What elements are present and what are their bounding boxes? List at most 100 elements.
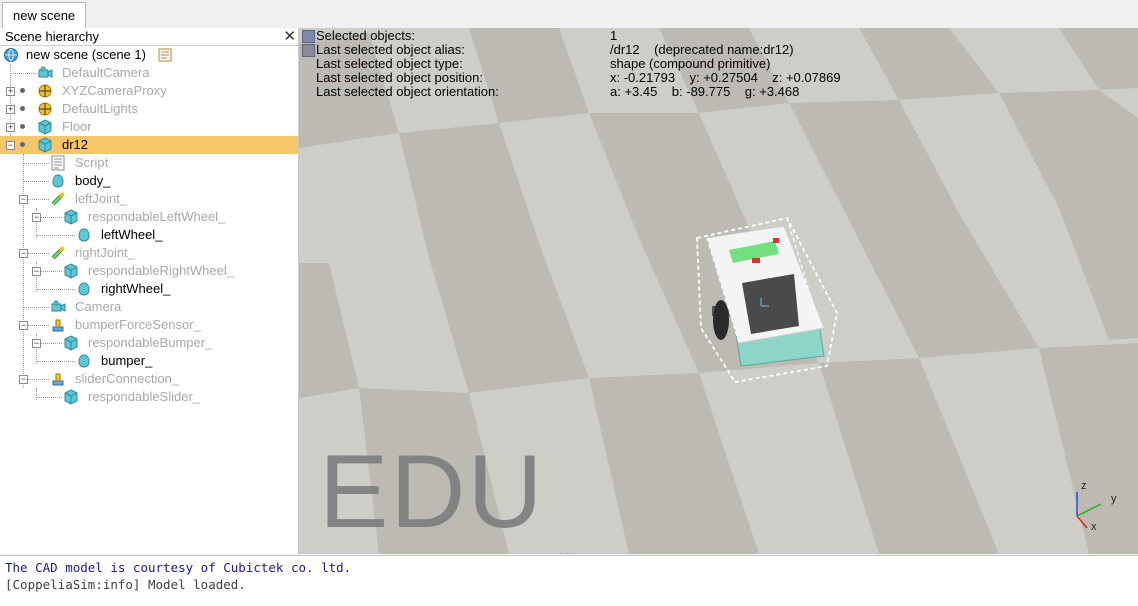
shape-icon [64,389,78,405]
tree-item-defaultcamera[interactable]: DefaultCamera [0,64,298,82]
visibility-dot [20,106,25,111]
scene-hierarchy-title: Scene hierarchy [5,29,99,44]
tree-item-new-scene[interactable]: new scene (scene 1) [0,46,298,64]
script-icon[interactable] [157,47,173,63]
tree-item-xyzcameraproxy[interactable]: + XYZCameraProxy [0,82,298,100]
expand-icon[interactable]: + [6,123,15,132]
expand-icon[interactable]: + [6,87,15,96]
tree-item-label: DefaultLights [62,101,138,116]
tree-item-label: Floor [62,119,92,134]
tree-item-label: sliderConnection_ [75,371,180,386]
tree-item-respondablerightwheel[interactable]: − respondableRightWheel_ [0,262,298,280]
tree-item-label: rightJoint_ [75,245,135,260]
tree-item-label: bumper_ [101,353,153,368]
collapse-icon[interactable]: − [32,213,41,222]
tree-line [41,217,62,218]
camera-icon [51,300,66,312]
tree-item-label: XYZCameraProxy [62,83,167,98]
tree-item-rightwheel[interactable]: rightWheel_ [0,280,298,298]
tree-line [41,343,62,344]
object-info-overlay: Selected objects: 1 Last selected object… [299,28,1138,108]
shape-icon [38,119,52,135]
tree-line [37,289,75,290]
tree-line [24,307,49,308]
tree-item-label: respondableSlider_ [88,389,201,404]
status-console: The CAD model is courtesy of Cubictek co… [0,555,1138,606]
info-value-selected-objects: 1 [610,28,618,43]
scene-viewport[interactable]: Selected objects: 1 Last selected object… [299,28,1138,554]
axes-gizmo-icon: z y x [1076,480,1117,533]
tree-line [11,73,36,74]
tree-item-respondablebumper[interactable]: − respondableBumper_ [0,334,298,352]
force-sensor-icon [52,319,64,332]
dummy-icon [38,84,52,98]
world-icon [4,48,18,62]
visibility-dot [20,124,25,129]
info-label-alias: Last selected object alias: [316,42,465,57]
collapse-icon[interactable]: − [19,195,28,204]
collapse-icon[interactable]: − [19,375,28,384]
info-label-position: Last selected object position: [316,70,483,85]
tree-line [37,235,75,236]
info-value-orientation: a: +3.45 b: -89.775 g: +3.468 [610,84,800,99]
collapse-icon[interactable]: − [32,339,41,348]
tree-item-floor[interactable]: + Floor [0,118,298,136]
tree-line [28,379,49,380]
tree-item-label: Camera [75,299,122,314]
tree-item-label: new scene (scene 1) [26,47,146,62]
tree-item-body[interactable]: body_ [0,172,298,190]
tree-item-leftwheel[interactable]: leftWheel_ [0,226,298,244]
collapse-icon[interactable]: − [32,267,41,276]
visibility-dot [20,88,25,93]
scene-hierarchy-panel[interactable]: Scene hierarchy ✕ new scene (scene 1) De… [0,28,299,554]
tree-item-label: DefaultCamera [62,65,150,80]
tree-item-label: dr12 [62,137,89,152]
shape-icon [38,137,52,153]
tree-line [28,325,49,326]
shape-icon [52,174,64,188]
visibility-dot [20,142,25,147]
tab-new-scene[interactable]: new scene [2,2,87,28]
expand-icon[interactable]: + [6,105,15,114]
tree-item-sliderconnection[interactable]: − sliderConnection_ [0,370,298,388]
collapse-icon[interactable]: − [6,141,15,150]
axis-y-label: y [1111,493,1117,505]
tree-line [28,253,49,254]
tree-item-defaultlights[interactable]: + DefaultLights [0,100,298,118]
tree-line [37,397,62,398]
tree-item-respondableleftwheel[interactable]: − respondableLeftWheel_ [0,208,298,226]
tree-item-respondableslider[interactable]: respondableSlider_ [0,388,298,406]
console-line: [CoppeliaSim:info] Model loaded. [5,577,246,592]
tree-item-bumperforcesensor[interactable]: − bumperForceSensor_ [0,316,298,334]
info-expand-button[interactable] [302,44,315,57]
tree-line [24,181,49,182]
tree-item-script[interactable]: Script [0,154,298,172]
scene-hierarchy-header: Scene hierarchy ✕ [0,28,298,46]
collapse-icon[interactable]: − [19,321,28,330]
tree-item-label: respondableRightWheel_ [88,263,234,278]
collapse-icon[interactable]: − [19,249,28,258]
info-value-alias: /dr12 (deprecated name:dr12) [610,42,794,57]
shape-icon [64,335,78,351]
tree-line [37,361,75,362]
tree-item-camera[interactable]: Camera [0,298,298,316]
joint-icon [51,246,65,260]
force-sensor-icon [52,373,64,386]
light-icon [38,102,52,116]
axis-z-label: z [1081,480,1087,492]
info-toggle-button[interactable] [302,30,315,43]
tree-line [41,271,62,272]
tree-item-leftjoint[interactable]: − leftJoint_ [0,190,298,208]
info-value-type: shape (compound primitive) [610,56,771,71]
tree-item-rightjoint[interactable]: − rightJoint_ [0,244,298,262]
info-label-type: Last selected object type: [316,56,463,71]
console-line: The CAD model is courtesy of Cubictek co… [5,560,352,575]
tree-item-bumper[interactable]: bumper_ [0,352,298,370]
shape-icon [78,282,90,296]
camera-icon [38,66,53,78]
shape-icon [78,354,90,368]
tree-line [24,163,49,164]
tree-item-label: body_ [75,173,111,188]
close-icon[interactable]: ✕ [283,28,296,45]
tree-item-dr12[interactable]: − dr12 [0,136,298,154]
